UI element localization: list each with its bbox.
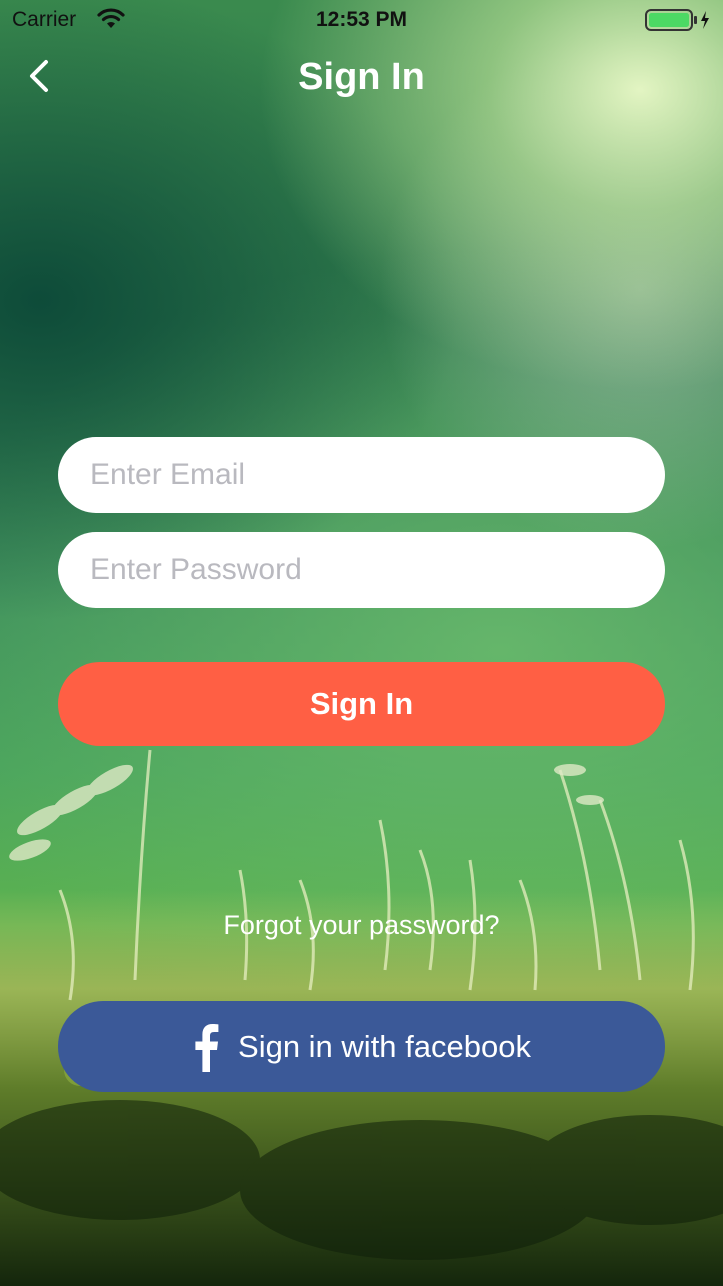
- page-title: Sign In: [298, 56, 425, 98]
- navigation-bar: Sign In: [0, 40, 723, 116]
- email-field[interactable]: [88, 457, 635, 493]
- password-field-container[interactable]: [58, 532, 665, 608]
- password-field[interactable]: [88, 552, 635, 588]
- sign-in-button-label: Sign In: [309, 686, 414, 721]
- sign-in-screen: Carrier 12:53 PM Sign In Sign In: [0, 0, 723, 1286]
- facebook-button-label: Sign in with facebook: [238, 1028, 531, 1064]
- status-time: 12:53 PM: [315, 8, 408, 31]
- facebook-icon: [195, 1023, 219, 1072]
- battery-charging-icon: [645, 9, 709, 31]
- facebook-sign-in-button[interactable]: Sign in with facebook: [58, 1001, 665, 1092]
- email-field-container[interactable]: [58, 437, 665, 513]
- status-bar: Carrier 12:53 PM: [0, 0, 723, 40]
- sign-in-button[interactable]: Sign In: [58, 662, 665, 746]
- forgot-password-link[interactable]: Forgot your password?: [0, 910, 723, 941]
